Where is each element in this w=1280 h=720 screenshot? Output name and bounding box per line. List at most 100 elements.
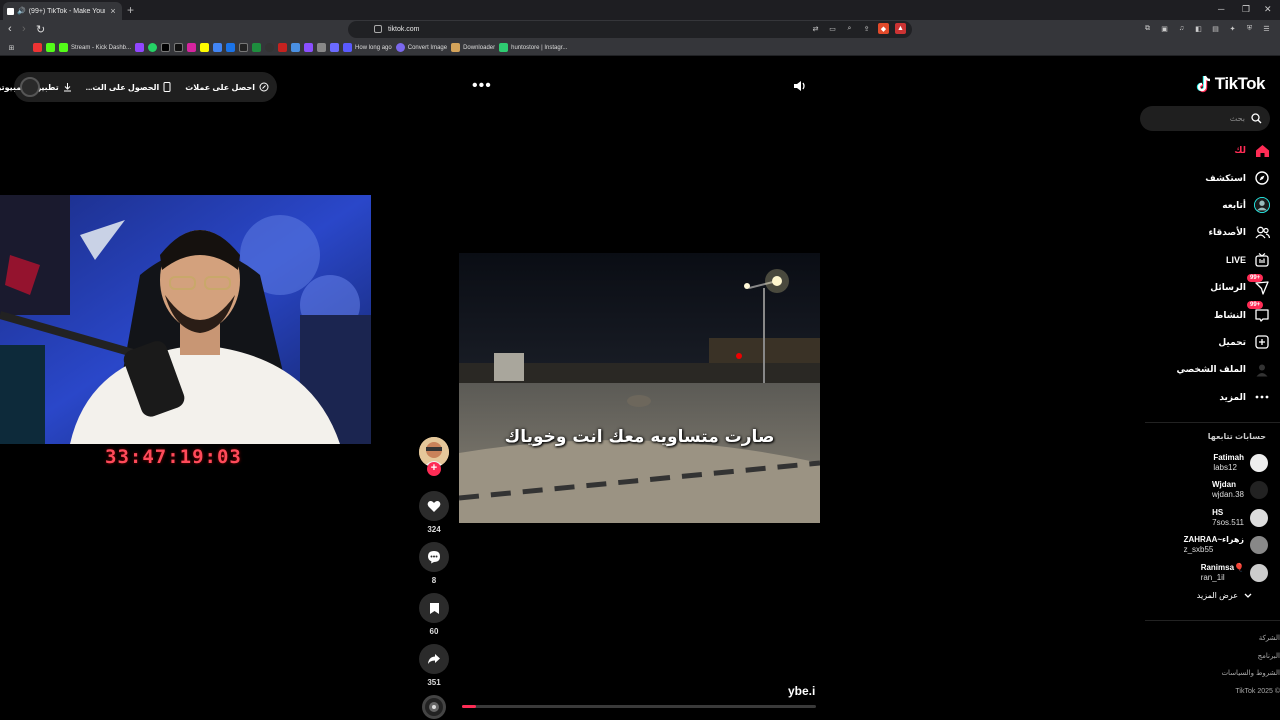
rewards-icon[interactable]: ▲ [895, 23, 906, 34]
sound-disc-button[interactable] [422, 695, 446, 719]
menu-icon[interactable]: ☰ [1261, 23, 1272, 34]
see-more-button[interactable]: عرض المزيد [1197, 591, 1252, 600]
docs-bookmark-icon[interactable] [213, 43, 223, 52]
speaker-icon[interactable]: 🔊 [17, 7, 26, 15]
s-bookmark-icon[interactable] [304, 43, 314, 52]
sidebar-item-following[interactable]: أتابعه [1140, 192, 1280, 219]
link-bookmark-icon[interactable] [330, 43, 340, 52]
volume-icon[interactable] [792, 79, 808, 93]
share-icon[interactable]: ⇪ [861, 23, 872, 34]
bookmark-downloader[interactable]: Downloader [451, 43, 495, 52]
sidebar-item-label: تحميل [1218, 336, 1246, 347]
home-icon [1254, 143, 1270, 159]
music-icon[interactable]: ♫ [1176, 23, 1187, 34]
cloud-bookmark-icon[interactable] [291, 43, 301, 52]
sidebar-item-live[interactable]: LIVE [1140, 247, 1280, 274]
user-avatar[interactable] [20, 77, 40, 97]
follow-button[interactable]: + [427, 462, 441, 476]
tab-close-icon[interactable]: × [108, 6, 118, 16]
browser-tab[interactable]: 🔊 (99+) TikTok - Make Your Day × [3, 2, 122, 20]
wallet-icon[interactable]: ▤ [1210, 23, 1221, 34]
search-icon[interactable] [1251, 113, 1262, 124]
sidebar-item-messages[interactable]: 99+ الرسائل [1140, 273, 1280, 301]
search-input[interactable]: بحث [1140, 106, 1270, 131]
more-options-icon[interactable]: ••• [472, 77, 492, 95]
footer-terms-link[interactable]: الشروط والسياسات [1140, 665, 1280, 683]
footer-program-link[interactable]: البرنامج [1140, 648, 1280, 666]
sidebar-item-profile[interactable]: الملف الشخصي [1140, 356, 1280, 383]
extension-icon[interactable]: ⧉ [1142, 23, 1153, 34]
leo-icon[interactable]: ✦ [1227, 23, 1238, 34]
youtube-bookmark-icon[interactable] [33, 43, 42, 52]
like-button[interactable] [419, 491, 449, 521]
vpn-icon[interactable]: ⛨ [1244, 23, 1255, 34]
get-app-button[interactable]: الحصول على الت... [86, 82, 172, 92]
sidebar-item-label: استكشف [1205, 172, 1246, 183]
bookmark-huntostore[interactable]: huntostore | Instagr... [499, 43, 567, 52]
bookmark-how-long-ago[interactable]: How long ago [343, 43, 392, 52]
translate-bookmark-icon[interactable] [317, 43, 327, 52]
back-icon[interactable]: ‹ [8, 23, 12, 35]
bookmark-convert-image[interactable]: Convert Image [395, 43, 447, 52]
zoom-icon[interactable]: ⌕ [844, 23, 855, 34]
footer-company-link[interactable]: الشركة [1140, 630, 1280, 648]
address-bar[interactable]: tiktok.com ⇄ ▭ ⌕ ⇪ ◆ ▲ [348, 21, 912, 38]
site-info-icon[interactable] [374, 25, 382, 33]
video-progress-fill [462, 705, 477, 708]
tiktok-bookmark-icon[interactable] [174, 43, 184, 52]
video-author[interactable]: ybe.i [788, 684, 815, 698]
sheets-bookmark-icon[interactable] [226, 43, 236, 52]
video-frame [459, 253, 820, 523]
sidebar-item-friends[interactable]: الأصدقاء [1140, 219, 1280, 246]
forward-icon[interactable]: › [22, 23, 26, 35]
chatgpt-bookmark-icon[interactable] [239, 43, 249, 52]
sidebar-item-more[interactable]: المزيد [1140, 384, 1280, 411]
minimize-icon[interactable]: ─ [1218, 4, 1224, 14]
tiktok-logo[interactable]: TikTok [1196, 74, 1266, 94]
share-button[interactable] [419, 644, 449, 674]
get-coins-button[interactable]: احصل على عملات [185, 82, 269, 92]
huntostore-icon [499, 43, 509, 52]
brave-shield-icon[interactable]: ◆ [878, 23, 889, 34]
twitch-bookmark-icon[interactable] [135, 43, 145, 52]
new-tab-icon[interactable]: + [127, 3, 134, 17]
instagram-bookmark-icon[interactable] [187, 43, 197, 52]
screenshot-icon[interactable]: ▣ [1159, 23, 1170, 34]
snapchat-bookmark-icon[interactable] [200, 43, 210, 52]
sidebar-item-upload[interactable]: تحميل [1140, 329, 1280, 356]
sidebar-item-explore[interactable]: استكشف [1140, 164, 1280, 191]
following-account[interactable]: Ranimsa🎈 ran_1il [1140, 559, 1280, 587]
chevron-down-icon [1244, 593, 1252, 598]
save-button[interactable] [419, 593, 449, 623]
account-name: Wjdan [1211, 480, 1236, 490]
account-username: z_sxb55 [1183, 545, 1214, 555]
whatsapp-bookmark-icon[interactable] [148, 43, 158, 52]
cast-icon[interactable]: ▭ [827, 23, 838, 34]
reload-icon[interactable]: ↻ [36, 23, 45, 36]
video-progress-bar[interactable] [462, 705, 816, 708]
sidebar-toggle-icon[interactable]: ◧ [1193, 23, 1204, 34]
heart-icon [427, 500, 441, 512]
x-bookmark-icon[interactable] [161, 43, 171, 52]
browser-tab-bar: 🔊 (99+) TikTok - Make Your Day × + ─ ❐ ✕ [0, 0, 1280, 20]
sidebar-item-label: الرسائل [1210, 282, 1246, 293]
mail-bookmark-icon[interactable] [278, 43, 288, 52]
following-account[interactable]: HS 7sos.511 [1140, 504, 1280, 532]
window-close-icon[interactable]: ✕ [1264, 4, 1272, 15]
sidebar-item-for-you[interactable]: لك [1140, 137, 1280, 164]
sidebar-item-activity[interactable]: 99+ النشاط [1140, 301, 1280, 328]
translate-icon[interactable]: ⇄ [810, 23, 821, 34]
explore-icon [1254, 170, 1270, 186]
drive-bookmark-icon[interactable] [252, 43, 262, 52]
kick-bookmark-icon[interactable] [46, 43, 55, 52]
bookmark-kick-dashboard[interactable]: Stream - Kick Dashb... [59, 43, 131, 52]
apps-grid-icon[interactable]: ⊞ [6, 42, 17, 53]
comment-button[interactable] [419, 542, 449, 572]
following-account[interactable]: Wjdan wjdan.38 [1140, 477, 1280, 505]
kick-icon [59, 43, 68, 52]
video-player[interactable]: صارت متساويه معك انت وخوياك [459, 253, 820, 523]
github-bookmark-icon[interactable] [265, 43, 275, 52]
following-account[interactable]: Fatimah labs12 [1140, 449, 1280, 477]
maximize-icon[interactable]: ❐ [1242, 4, 1250, 15]
following-account[interactable]: ZAHRAA~زهراء z_sxb55 [1140, 532, 1280, 560]
